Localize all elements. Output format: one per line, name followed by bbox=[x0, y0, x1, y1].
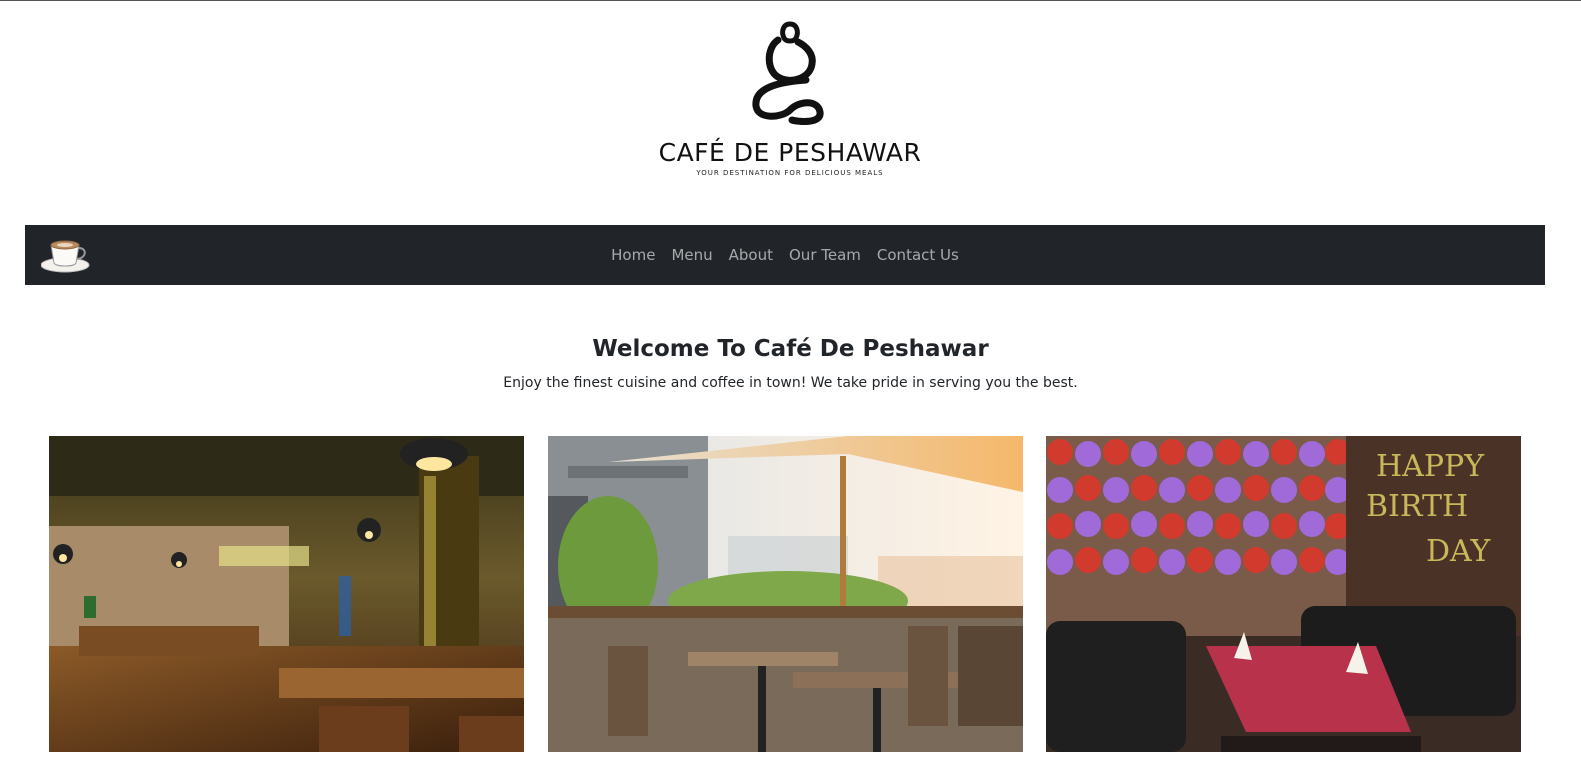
nav-contact-us-link[interactable]: Contact Us bbox=[877, 246, 959, 264]
nav-home-link[interactable]: Home bbox=[611, 246, 655, 264]
logo-title: CAFÉ DE PESHAWAR bbox=[658, 138, 922, 167]
nav-menu-link[interactable]: Menu bbox=[671, 246, 712, 264]
balloon-banner-happy: HAPPY bbox=[1376, 449, 1485, 484]
meditating-figure-logo-icon bbox=[752, 21, 824, 126]
coffee-cup-icon[interactable] bbox=[41, 233, 93, 275]
indoor-dining-image bbox=[49, 436, 524, 752]
outdoor-terrace-image bbox=[548, 436, 1023, 752]
nav-about-link[interactable]: About bbox=[729, 246, 773, 264]
navbar: Home Menu About Our Team Contact Us bbox=[25, 225, 1545, 285]
logo-tagline: YOUR DESTINATION FOR DELICIOUS MEALS bbox=[696, 169, 884, 177]
balloon-banner-day: DAY bbox=[1426, 534, 1492, 569]
nav-our-team-link[interactable]: Our Team bbox=[789, 246, 861, 264]
welcome-subtitle: Enjoy the finest cuisine and coffee in t… bbox=[503, 375, 1078, 391]
balloon-banner-birth: BIRTH bbox=[1366, 489, 1468, 524]
birthday-lounge-image: HAPPY BIRTH DAY bbox=[1046, 436, 1521, 752]
welcome-title: Welcome To Café De Peshawar bbox=[592, 336, 989, 362]
logo-header: CAFÉ DE PESHAWAR YOUR DESTINATION FOR DE… bbox=[0, 0, 1581, 224]
nav-links: Home Menu About Our Team Contact Us bbox=[25, 225, 1545, 285]
